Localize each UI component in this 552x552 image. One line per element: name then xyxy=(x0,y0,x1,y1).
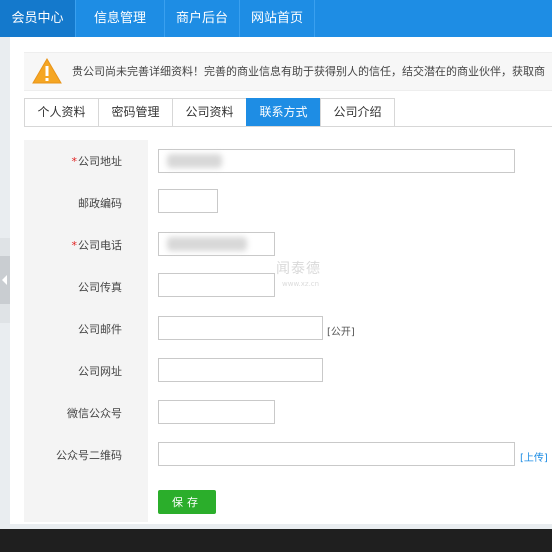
nav-tab-website-home[interactable]: 网站首页 xyxy=(240,0,315,37)
phone-label: 公司电话 xyxy=(78,239,122,252)
nav-tab-member-center[interactable]: 会员中心 xyxy=(0,0,76,37)
tab-contact[interactable]: 联系方式 xyxy=(246,98,321,126)
website-input[interactable] xyxy=(158,358,323,382)
tab-personal-info[interactable]: 个人资料 xyxy=(24,98,99,126)
row-qrcode: 公众号二维码 [上传] xyxy=(24,434,552,477)
email-input[interactable] xyxy=(158,316,323,340)
top-navigation: 会员中心 信息管理 商户后台 网站首页 xyxy=(0,0,552,37)
fax-input[interactable] xyxy=(158,273,275,297)
email-label: 公司邮件 xyxy=(78,323,122,336)
notice-bar: 贵公司尚未完善详细资料！完善的商业信息有助于获得别人的信任，结交潜在的商业伙伴，… xyxy=(24,52,552,91)
row-postcode: 邮政编码 xyxy=(24,182,552,225)
watermark-url: www.xz.cn xyxy=(282,280,320,288)
qrcode-input[interactable] xyxy=(158,442,515,466)
wechat-label: 微信公众号 xyxy=(67,407,122,420)
row-website: 公司网址 xyxy=(24,350,552,393)
redacted-value xyxy=(167,154,222,168)
address-label: 公司地址 xyxy=(78,155,122,168)
website-label: 公司网址 xyxy=(78,365,122,378)
warning-icon xyxy=(32,58,62,84)
qrcode-label: 公众号二维码 xyxy=(56,449,122,462)
wechat-input[interactable] xyxy=(158,400,275,424)
profile-tabs: 个人资料 密码管理 公司资料 联系方式 公司介绍 xyxy=(24,98,552,127)
main-content: 贵公司尚未完善详细资料！完善的商业信息有助于获得别人的信任，结交潜在的商业伙伴，… xyxy=(10,37,552,529)
row-wechat: 微信公众号 xyxy=(24,392,552,435)
email-visibility-tag: [公开] xyxy=(327,327,355,338)
row-address: *公司地址 xyxy=(24,140,552,183)
nav-tab-merchant-backend[interactable]: 商户后台 xyxy=(165,0,240,37)
phone-input[interactable] xyxy=(158,232,275,256)
notice-text: 贵公司尚未完善详细资料！完善的商业信息有助于获得别人的信任，结交潜在的商业伙伴，… xyxy=(72,65,545,78)
nav-tab-info-management[interactable]: 信息管理 xyxy=(76,0,165,37)
save-button[interactable]: 保存 xyxy=(158,490,216,514)
row-email: 公司邮件 [公开] xyxy=(24,308,552,351)
row-actions: 保存 xyxy=(24,476,552,522)
watermark-text: 闻泰德 xyxy=(276,261,321,277)
bottom-bar xyxy=(0,529,552,552)
postcode-label: 邮政编码 xyxy=(78,197,122,210)
tab-company-intro[interactable]: 公司介绍 xyxy=(320,98,395,126)
redacted-value xyxy=(167,237,247,251)
chevron-left-icon xyxy=(2,275,7,285)
tab-password[interactable]: 密码管理 xyxy=(98,98,173,126)
postcode-input[interactable] xyxy=(158,189,218,213)
sidebar-collapse-handle[interactable] xyxy=(0,256,10,304)
upload-link[interactable]: [上传] xyxy=(520,449,548,464)
address-input[interactable] xyxy=(158,149,515,173)
fax-label: 公司传真 xyxy=(78,281,122,294)
tab-company-info[interactable]: 公司资料 xyxy=(172,98,247,126)
